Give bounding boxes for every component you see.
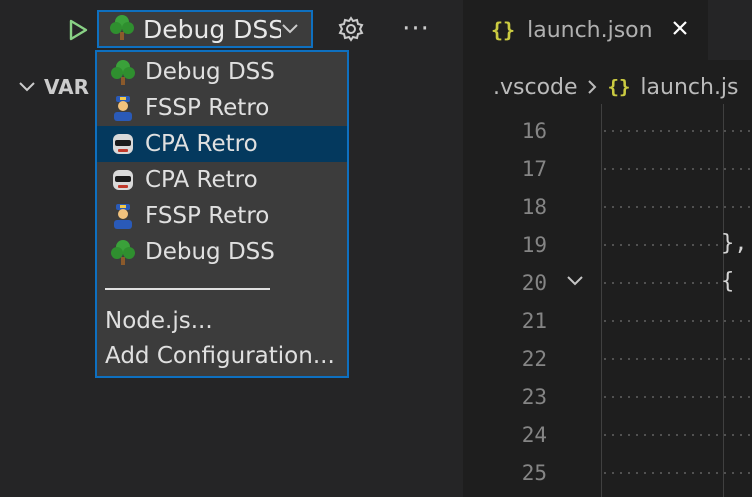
json-file-icon: {} <box>607 76 631 98</box>
whitespace-dots <box>601 244 719 246</box>
code-line[interactable]: 20 { <box>463 263 752 301</box>
breadcrumb-file[interactable]: launch.js <box>640 75 738 100</box>
robot-icon <box>109 166 137 194</box>
whitespace-dots <box>601 206 752 208</box>
whitespace-dots <box>601 472 752 474</box>
debug-sidebar: Debug DSS ··· VAR Debug DSS FSSP Retro C… <box>0 0 463 497</box>
line-number: 22 <box>521 347 547 371</box>
whitespace-dots <box>601 396 752 398</box>
code-line[interactable]: 19 }, <box>463 225 752 263</box>
chevron-down-icon <box>282 24 298 34</box>
chevron-right-icon <box>587 80 596 94</box>
line-number: 17 <box>521 157 547 181</box>
code-text: { <box>721 269 735 294</box>
chevron-down-icon <box>19 82 35 92</box>
editor-area: {} launch.json .vscode {} launch.js 16 1… <box>463 0 752 497</box>
tree-icon <box>109 13 135 45</box>
dropdown-item-debug-dss-2[interactable]: Debug DSS <box>97 234 347 270</box>
play-icon <box>69 19 88 41</box>
dropdown-item-label: Debug DSS <box>145 59 275 85</box>
gear-icon <box>338 16 364 42</box>
line-number: 20 <box>521 271 547 295</box>
variables-section-header[interactable]: VAR <box>18 72 89 102</box>
dropdown-item-label: Debug DSS <box>145 239 275 265</box>
more-actions-button[interactable]: ··· <box>396 12 436 46</box>
police-officer-icon <box>109 94 137 122</box>
police-officer-icon <box>109 202 137 230</box>
line-number: 16 <box>521 119 547 143</box>
code-line[interactable]: 22 <box>463 339 752 377</box>
whitespace-dots <box>601 168 752 170</box>
code-line[interactable]: 25 <box>463 453 752 491</box>
breadcrumb: .vscode {} launch.js <box>493 70 739 104</box>
dropdown-item-label: FSSP Retro <box>145 203 270 229</box>
dropdown-item-add-configuration[interactable]: Add Configuration... <box>105 343 335 369</box>
dropdown-item-nodejs[interactable]: Node.js... <box>105 308 213 334</box>
code-line[interactable]: 16 <box>463 111 752 149</box>
whitespace-dots <box>601 320 752 322</box>
dropdown-item-label: FSSP Retro <box>145 95 270 121</box>
robot-icon <box>109 130 137 158</box>
dropdown-item-debug-dss[interactable]: Debug DSS <box>97 54 347 90</box>
start-debugging-button[interactable] <box>64 14 92 46</box>
code-text: }, <box>721 231 748 256</box>
line-number: 24 <box>521 423 547 447</box>
tab-label: launch.json <box>527 17 653 43</box>
tab-bar-empty <box>708 0 752 60</box>
close-icon[interactable] <box>671 19 689 41</box>
dropdown-item-label: CPA Retro <box>145 167 258 193</box>
code-line[interactable]: 18 <box>463 187 752 225</box>
dropdown-item-fssp-retro[interactable]: FSSP Retro <box>97 90 347 126</box>
line-number: 19 <box>521 233 547 257</box>
debug-config-select[interactable]: Debug DSS <box>97 10 313 48</box>
line-number: 25 <box>521 461 547 485</box>
breadcrumb-folder[interactable]: .vscode <box>493 75 578 100</box>
line-number: 23 <box>521 385 547 409</box>
line-number: 21 <box>521 309 547 333</box>
whitespace-dots <box>601 130 752 132</box>
open-launch-json-button[interactable] <box>334 12 368 46</box>
code-line[interactable]: 24 <box>463 415 752 453</box>
fold-chevron-icon[interactable] <box>565 273 585 289</box>
dropdown-item-fssp-retro-2[interactable]: FSSP Retro <box>97 198 347 234</box>
tree-icon <box>109 238 137 266</box>
selected-config-label: Debug DSS <box>143 14 281 44</box>
whitespace-dots <box>601 282 719 284</box>
dropdown-item-cpa-retro[interactable]: CPA Retro <box>97 126 347 162</box>
code-line[interactable]: 23 <box>463 377 752 415</box>
tree-icon <box>109 58 137 86</box>
code-line[interactable]: 21 <box>463 301 752 339</box>
dropdown-item-label: CPA Retro <box>145 131 258 157</box>
dropdown-item-cpa-retro-2[interactable]: CPA Retro <box>97 162 347 198</box>
json-file-icon: {} <box>491 18 516 42</box>
whitespace-dots <box>601 434 752 436</box>
ellipsis-icon: ··· <box>402 14 430 44</box>
line-number: 18 <box>521 195 547 219</box>
dropdown-separator <box>105 288 270 290</box>
variables-section-label: VAR <box>44 75 89 99</box>
tab-launch-json[interactable]: {} launch.json <box>463 0 708 60</box>
config-dropdown: Debug DSS FSSP Retro CPA Retro CPA Retro… <box>95 50 349 378</box>
code-line[interactable]: 17 <box>463 149 752 187</box>
whitespace-dots <box>601 358 752 360</box>
